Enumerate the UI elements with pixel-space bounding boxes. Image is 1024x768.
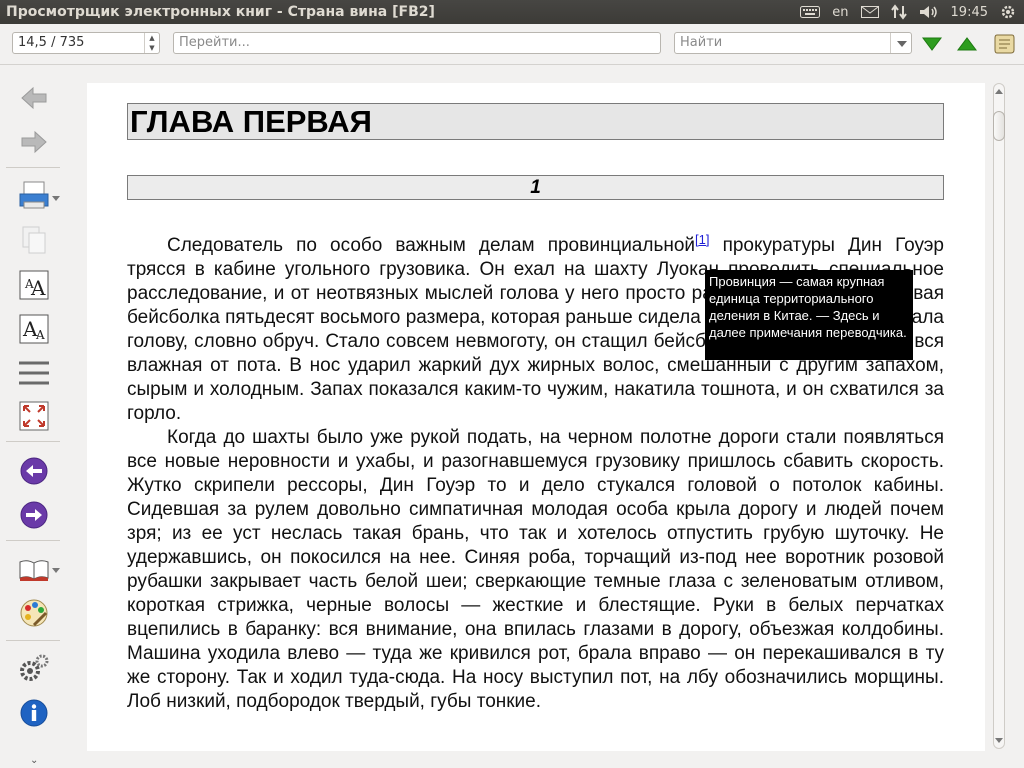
palette-icon (20, 599, 48, 627)
font-larger-icon: AA (19, 270, 49, 300)
network-icon[interactable] (890, 4, 907, 20)
arrow-right-icon (21, 130, 47, 154)
svg-text:A: A (35, 328, 45, 342)
printer-icon (19, 181, 49, 209)
page-position-input[interactable] (18, 35, 135, 50)
svg-text:A: A (30, 276, 46, 300)
fullscreen-icon (19, 401, 49, 431)
paragraph-text: Следователь по особо важным делам провин… (167, 235, 696, 256)
arrow-left-icon (21, 86, 47, 110)
next-page-button[interactable] (14, 497, 54, 533)
font-increase-button[interactable]: AA (14, 267, 54, 303)
circle-arrow-right-icon (20, 501, 48, 529)
info-icon (20, 699, 48, 727)
clock[interactable]: 19:45 (951, 5, 988, 20)
scrollbar-track[interactable] (993, 83, 1005, 749)
gears-icon (20, 654, 49, 681)
table-of-contents-button[interactable] (14, 355, 54, 391)
side-toolbar: AA AA ⌄ (0, 65, 70, 768)
arrow-up-icon (957, 37, 977, 51)
section-heading: 1 (127, 175, 944, 200)
previous-page-button[interactable] (14, 453, 54, 489)
font-decrease-button[interactable]: AA (14, 311, 54, 347)
library-button[interactable] (14, 551, 54, 587)
open-book-button[interactable] (14, 177, 54, 213)
settings-button[interactable] (14, 650, 54, 686)
mail-icon[interactable] (860, 6, 879, 18)
spin-buttons[interactable]: ▲ ▼ (144, 33, 159, 53)
document-view[interactable]: ГЛАВА ПЕРВАЯ 1 Следователь по особо важн… (70, 65, 990, 768)
vertical-scrollbar[interactable] (990, 83, 1006, 749)
chapter-title: ГЛАВА ПЕРВАЯ (127, 103, 944, 140)
back-button[interactable] (14, 80, 54, 116)
find-combobox[interactable] (674, 32, 912, 54)
font-smaller-icon: AA (19, 314, 49, 344)
about-button[interactable] (14, 695, 54, 731)
find-previous-button[interactable] (955, 32, 979, 56)
toc-scroll-button[interactable] (992, 32, 1016, 56)
footnote-tooltip: Провинция — самая крупная единица террит… (705, 270, 913, 360)
goto-input[interactable] (179, 35, 568, 50)
footnote-link[interactable]: [1] (695, 232, 709, 247)
find-next-button[interactable] (920, 32, 944, 56)
scroll-up-arrow[interactable] (995, 89, 1003, 94)
goto-field[interactable] (173, 32, 661, 54)
open-book-icon (19, 560, 49, 581)
page-position-spinbox[interactable]: ▲▼ (12, 32, 160, 54)
volume-icon[interactable] (919, 4, 939, 20)
preferences-appearance-button[interactable] (14, 595, 54, 631)
find-dropdown-button[interactable] (890, 33, 911, 53)
copy-icon (22, 226, 46, 254)
keyboard-layout-indicator[interactable]: en (832, 5, 848, 20)
fullscreen-button[interactable] (14, 398, 54, 434)
open-menu-arrow[interactable] (52, 196, 60, 201)
library-menu-arrow[interactable] (52, 568, 60, 573)
power-gear-icon[interactable] (1000, 4, 1016, 20)
arrow-down-icon (922, 37, 942, 51)
window-titlebar: Просмотрщик электронных книг - Страна ви… (0, 0, 1024, 24)
copy-button[interactable] (14, 222, 54, 258)
scroll-icon (994, 34, 1015, 54)
window-title: Просмотрщик электронных книг - Страна ви… (6, 4, 435, 20)
keyboard-icon[interactable] (800, 6, 821, 18)
system-tray: en 19:45 (800, 0, 1016, 24)
menu-lines-icon (19, 361, 49, 385)
find-input[interactable] (680, 35, 869, 50)
book-page[interactable]: ГЛАВА ПЕРВАЯ 1 Следователь по особо важн… (87, 83, 985, 751)
forward-button[interactable] (14, 124, 54, 160)
paragraph: Когда до шахты было уже рукой подать, на… (127, 427, 944, 712)
circle-arrow-left-icon (20, 457, 48, 485)
toolbar: ▲▼ (0, 24, 1024, 65)
scrollbar-thumb[interactable] (993, 111, 1005, 141)
scroll-down-arrow[interactable] (995, 738, 1003, 743)
more-tools-chevron-icon[interactable]: ⌄ (30, 755, 38, 766)
